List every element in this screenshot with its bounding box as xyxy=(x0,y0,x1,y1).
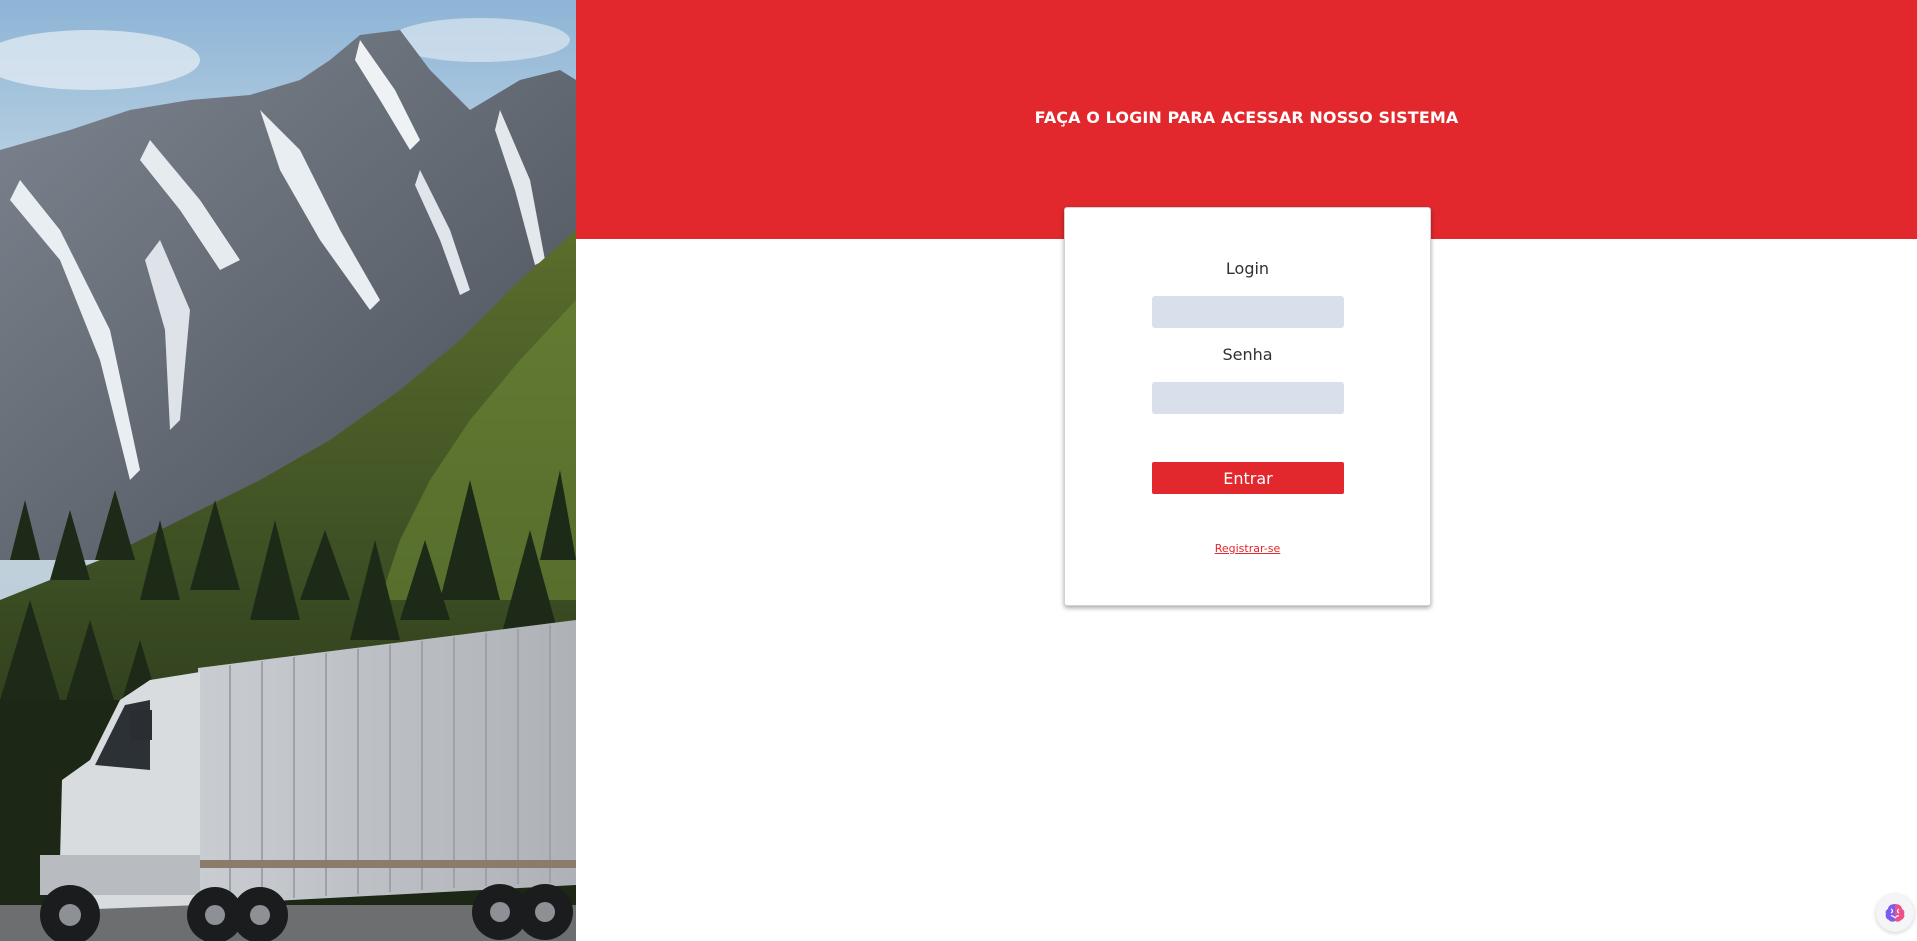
brain-extension-icon xyxy=(1885,904,1905,922)
login-card: Login Senha Entrar Registrar-se xyxy=(1064,207,1431,606)
login-page: FAÇA O LOGIN PARA ACESSAR NOSSO SISTEMA … xyxy=(0,0,1917,941)
login-label: Login xyxy=(1225,259,1270,278)
login-input[interactable] xyxy=(1152,296,1344,328)
submit-button[interactable]: Entrar xyxy=(1152,462,1344,494)
hero-image xyxy=(0,0,576,941)
mountain-truck-illustration xyxy=(0,0,576,941)
password-input[interactable] xyxy=(1152,382,1344,414)
password-label: Senha xyxy=(1222,345,1273,364)
register-link[interactable]: Registrar-se xyxy=(1065,542,1430,555)
page-headline: FAÇA O LOGIN PARA ACESSAR NOSSO SISTEMA xyxy=(1034,108,1459,127)
extension-badge[interactable] xyxy=(1876,894,1914,932)
